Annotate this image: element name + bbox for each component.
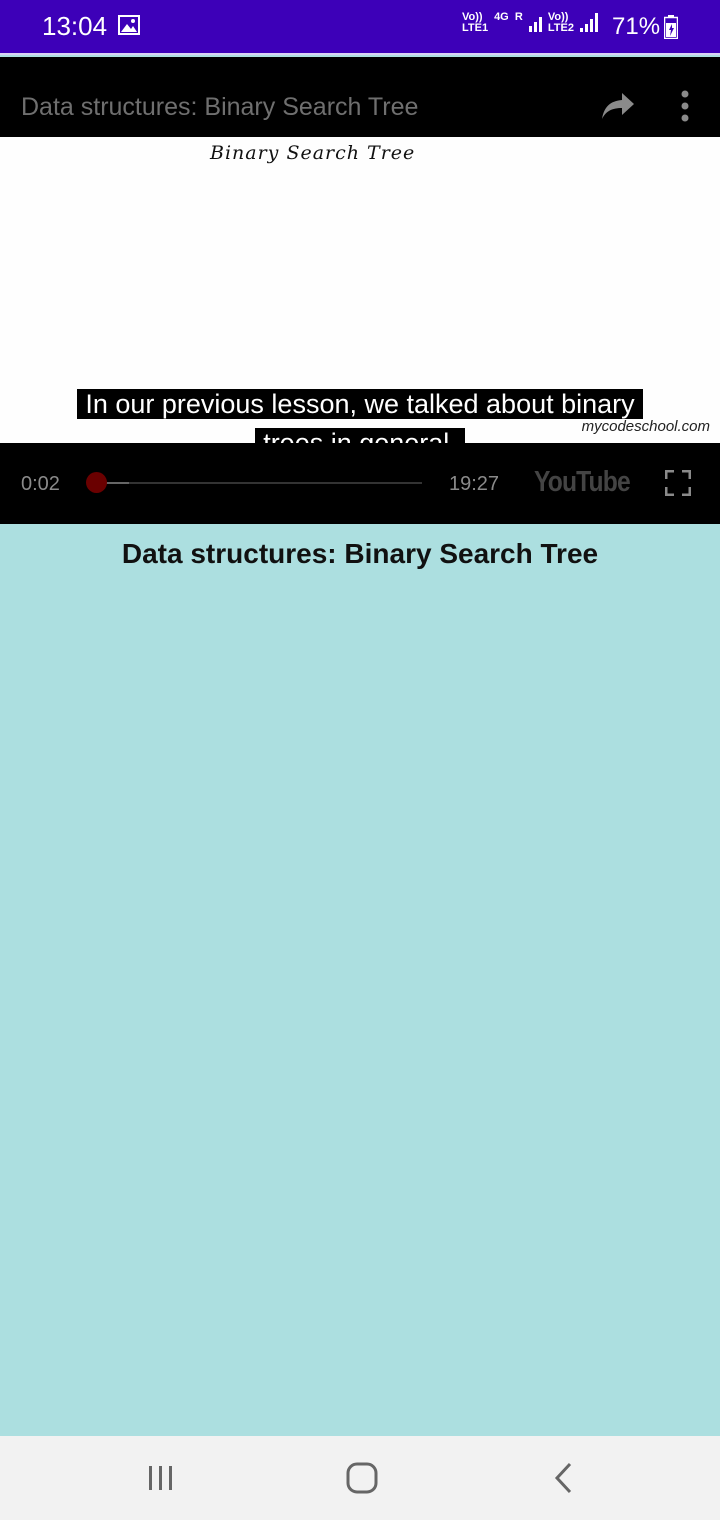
fullscreen-icon[interactable] [665,470,691,496]
page-title: Data structures: Binary Search Tree [121,538,599,569]
video-top-bar: Data structures: Binary Search Tree [0,57,720,137]
total-time: 19:27 [449,473,500,495]
board-title: Binary Search Tree [210,142,416,164]
signal-icon [579,13,598,32]
signal-icon [528,17,542,32]
more-icon[interactable] [678,89,692,123]
status-bar: 13:04 Vo)) LTE1 4G R Vo)) LTE2 71% [0,0,720,55]
battery-percent: 71% [612,13,661,40]
network-label: 4G [494,11,509,23]
share-icon[interactable] [600,91,636,121]
caption-line-1: In our previous lesson, we talked about … [77,389,643,419]
youtube-logo[interactable]: YouTube [534,466,631,499]
network-indicators: Vo)) LTE1 4G R Vo)) LTE2 [462,12,602,34]
progress-thumb[interactable] [86,472,107,493]
navigation-bar [0,1436,720,1520]
home-icon[interactable] [346,1462,378,1494]
sim2-label: Vo)) LTE2 [547,11,574,34]
image-icon [118,15,140,35]
video-player[interactable]: Data structures: Binary Search Tree Bina… [0,57,720,524]
recents-icon[interactable] [146,1464,176,1492]
video-controls: 0:02 19:27 YouTube [0,443,720,524]
back-icon[interactable] [553,1462,573,1494]
sim1-label: Vo)) LTE1 [462,11,489,34]
current-time: 0:02 [21,473,60,495]
battery-icon [664,15,678,39]
roaming-label: R [514,11,523,23]
video-title[interactable]: Data structures: Binary Search Tree [21,93,418,122]
status-time: 13:04 [42,11,108,41]
progress-bar[interactable] [96,482,422,484]
